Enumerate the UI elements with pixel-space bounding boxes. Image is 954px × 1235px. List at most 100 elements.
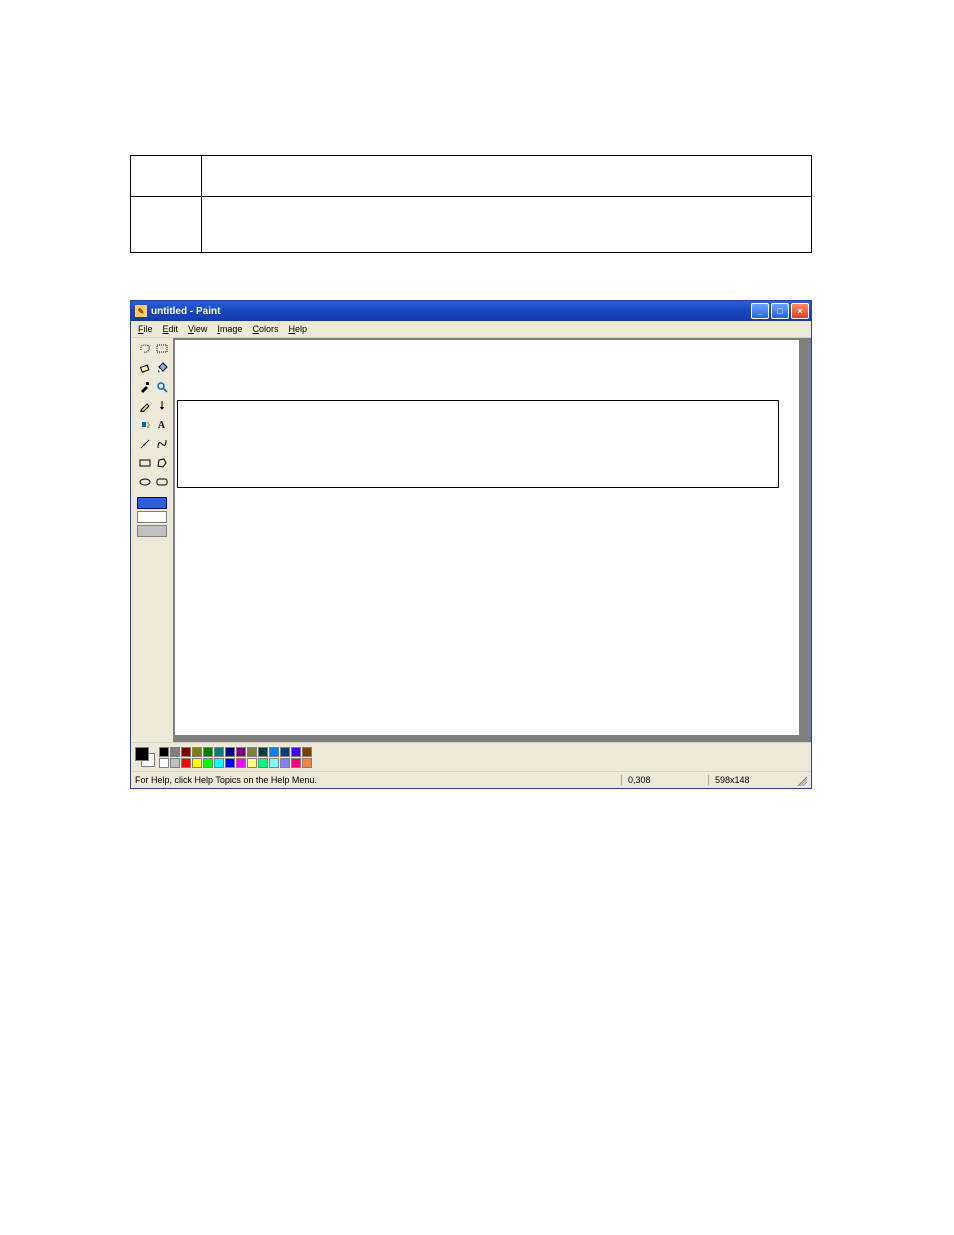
rounded-rect-icon	[156, 476, 168, 488]
menu-help[interactable]: Help	[283, 321, 312, 337]
fill-icon	[156, 362, 168, 374]
color-palette	[131, 742, 811, 771]
eraser-tool[interactable]	[136, 359, 154, 377]
menubar: File Edit View Image Colors Help	[131, 321, 811, 338]
maximize-button[interactable]: □	[771, 303, 789, 319]
color-swatch[interactable]	[236, 747, 246, 757]
color-swatch[interactable]	[269, 747, 279, 757]
table-cell	[131, 197, 202, 252]
color-swatch[interactable]	[214, 758, 224, 768]
titlebar[interactable]: ✎ untitled - Paint _ □ ×	[131, 301, 811, 321]
color-swatch[interactable]	[170, 758, 180, 768]
color-swatch[interactable]	[159, 747, 169, 757]
paint-window: ✎ untitled - Paint _ □ × File Edit View …	[130, 300, 812, 789]
close-button[interactable]: ×	[791, 303, 809, 319]
color-swatch[interactable]	[302, 758, 312, 768]
fill-tool[interactable]	[153, 359, 171, 377]
color-swatch[interactable]	[170, 747, 180, 757]
status-canvas-size: 598x148	[708, 775, 795, 785]
status-help-text: For Help, click Help Topics on the Help …	[135, 775, 621, 785]
color-swatch[interactable]	[258, 747, 268, 757]
color-swatch[interactable]	[280, 747, 290, 757]
rect-select-tool[interactable]	[153, 340, 171, 358]
ellipse-icon	[139, 476, 151, 488]
toolbox: A	[131, 338, 173, 742]
magnifier-tool[interactable]	[153, 378, 171, 396]
client-area: A	[131, 338, 811, 742]
brush-tool[interactable]	[153, 397, 171, 415]
fill-option-outline[interactable]	[137, 497, 167, 509]
rounded-rect-tool[interactable]	[153, 473, 171, 491]
color-swatch[interactable]	[280, 758, 290, 768]
rectangle-tool[interactable]	[136, 454, 154, 472]
color-swatch[interactable]	[291, 758, 301, 768]
window-title: untitled - Paint	[151, 306, 751, 317]
document-page: ✎ untitled - Paint _ □ × File Edit View …	[0, 0, 954, 1235]
menu-colors[interactable]: Colors	[247, 321, 283, 337]
ellipse-tool[interactable]	[136, 473, 154, 491]
airbrush-tool[interactable]	[136, 416, 154, 434]
color-swatch[interactable]	[203, 758, 213, 768]
line-tool[interactable]	[136, 435, 154, 453]
eraser-icon	[139, 362, 151, 374]
fg-bg-indicator[interactable]	[135, 747, 155, 767]
minimize-button[interactable]: _	[751, 303, 769, 319]
table-row	[131, 156, 811, 197]
table-cell	[202, 156, 811, 196]
text-tool[interactable]: A	[153, 416, 171, 434]
menu-view[interactable]: View	[183, 321, 212, 337]
color-swatch[interactable]	[236, 758, 246, 768]
curve-icon	[156, 438, 168, 450]
color-swatch[interactable]	[192, 758, 202, 768]
foreground-color-swatch	[135, 747, 149, 761]
color-swatch[interactable]	[203, 747, 213, 757]
color-swatch[interactable]	[291, 747, 301, 757]
resize-grip-icon[interactable]	[795, 774, 807, 786]
color-swatch[interactable]	[192, 747, 202, 757]
picker-tool[interactable]	[136, 378, 154, 396]
fill-option-outline-fill[interactable]	[137, 511, 167, 523]
polygon-tool[interactable]	[153, 454, 171, 472]
airbrush-icon	[139, 419, 151, 431]
tool-grid: A	[136, 340, 169, 491]
table-cell	[202, 197, 811, 252]
canvas-viewport	[173, 338, 811, 742]
window-buttons: _ □ ×	[751, 303, 809, 319]
color-swatch[interactable]	[225, 747, 235, 757]
canvas[interactable]	[175, 340, 799, 735]
table-cell	[131, 156, 202, 196]
pencil-tool[interactable]	[136, 397, 154, 415]
paint-app-icon: ✎	[135, 305, 147, 317]
rect-select-icon	[156, 343, 168, 355]
palette-grid	[159, 747, 312, 768]
eyedropper-icon	[139, 381, 151, 393]
color-swatch[interactable]	[269, 758, 279, 768]
curve-tool[interactable]	[153, 435, 171, 453]
color-swatch[interactable]	[181, 758, 191, 768]
color-swatch[interactable]	[225, 758, 235, 768]
freeform-select-icon	[139, 343, 151, 355]
tool-options	[135, 497, 169, 537]
color-swatch[interactable]	[258, 758, 268, 768]
drawn-rectangle	[177, 400, 779, 488]
polygon-icon	[156, 457, 168, 469]
pencil-icon	[139, 400, 151, 412]
brush-icon	[156, 400, 168, 412]
line-icon	[139, 438, 151, 450]
color-swatch[interactable]	[181, 747, 191, 757]
menu-image[interactable]: Image	[212, 321, 247, 337]
color-swatch[interactable]	[159, 758, 169, 768]
text-icon: A	[158, 420, 165, 431]
color-swatch[interactable]	[214, 747, 224, 757]
color-swatch[interactable]	[247, 758, 257, 768]
color-swatch[interactable]	[247, 747, 257, 757]
magnifier-icon	[156, 381, 168, 393]
rectangle-icon	[139, 457, 151, 469]
menu-file[interactable]: File	[133, 321, 158, 337]
table-row	[131, 197, 811, 252]
menu-edit[interactable]: Edit	[158, 321, 184, 337]
fill-option-solid[interactable]	[137, 525, 167, 537]
statusbar: For Help, click Help Topics on the Help …	[131, 771, 811, 788]
freeform-select-tool[interactable]	[136, 340, 154, 358]
color-swatch[interactable]	[302, 747, 312, 757]
